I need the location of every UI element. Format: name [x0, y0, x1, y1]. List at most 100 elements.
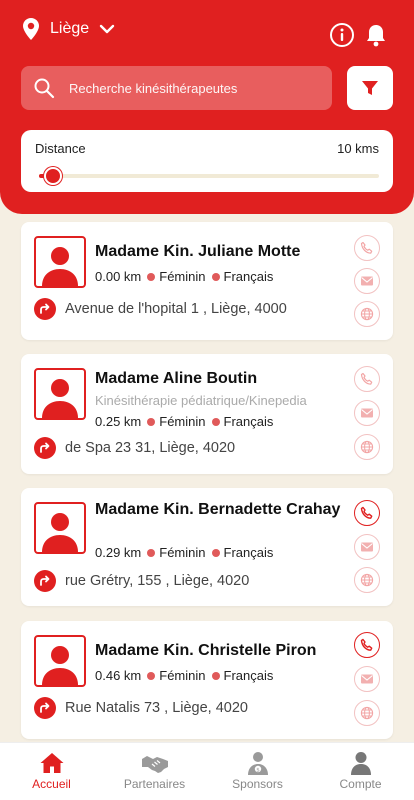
call-button[interactable] [354, 366, 380, 392]
nav-label: Accueil [32, 777, 71, 791]
search-icon [34, 78, 55, 99]
nav-label: Partenaires [123, 777, 186, 791]
dot-separator [211, 548, 220, 557]
dot-separator [147, 548, 156, 557]
gender-text: Féminin [159, 668, 206, 683]
chevron-down-icon [99, 24, 115, 34]
phone-icon [360, 506, 373, 519]
phone-icon [360, 638, 373, 651]
envelope-icon [361, 276, 373, 286]
envelope-icon [361, 408, 373, 418]
person-avatar-icon [42, 247, 78, 286]
practitioner-meta: 0.46 km Féminin Français [95, 668, 273, 683]
result-card[interactable]: Madame Kin. Christelle Piron 0.46 km Fém… [21, 621, 393, 739]
call-button[interactable] [354, 235, 380, 261]
nav-partenaires[interactable]: Partenaires [103, 743, 206, 800]
avatar [34, 236, 86, 288]
dot-separator [211, 272, 220, 281]
distance-text: 0.46 km [95, 668, 142, 683]
dot-separator [211, 671, 220, 680]
call-button[interactable] [354, 632, 380, 658]
person-avatar-icon [42, 379, 78, 418]
nav-sponsors[interactable]: $ Sponsors [206, 743, 309, 800]
practitioner-name: Madame Kin. Christelle Piron [95, 642, 317, 659]
distance-slider-track[interactable] [39, 174, 379, 178]
email-button[interactable] [354, 400, 380, 426]
gender-text: Féminin [159, 414, 206, 429]
home-icon [40, 753, 63, 773]
info-icon[interactable] [329, 22, 355, 48]
call-button[interactable] [354, 500, 380, 526]
bell-icon[interactable] [363, 22, 389, 48]
practitioner-name: Madame Kin. Bernadette Crahay [95, 501, 341, 518]
language-text: Français [223, 269, 274, 284]
location-selector[interactable]: Liège [22, 16, 115, 42]
turn-right-arrow-icon [34, 570, 56, 592]
avatar [34, 502, 86, 554]
email-button[interactable] [354, 534, 380, 560]
location-name: Liège [50, 20, 90, 37]
gender-text: Féminin [159, 545, 206, 560]
address-row[interactable]: Rue Natalis 73 , Liège, 4020 [34, 697, 248, 719]
dot-separator [211, 417, 220, 426]
envelope-icon [361, 674, 373, 684]
phone-icon [360, 241, 373, 254]
handshake-icon [141, 756, 168, 773]
nav-accueil[interactable]: Accueil [0, 743, 103, 800]
email-button[interactable] [354, 666, 380, 692]
dot-separator [147, 671, 156, 680]
map-pin-icon [23, 18, 39, 40]
person-avatar-icon [42, 513, 78, 552]
person-avatar-icon [42, 646, 78, 685]
filter-button[interactable] [347, 66, 393, 110]
gender-text: Féminin [159, 269, 206, 284]
nav-label: Sponsors [232, 777, 283, 791]
distance-text: 0.29 km [95, 545, 142, 560]
user-icon [350, 752, 371, 775]
nav-compte[interactable]: Compte [309, 743, 412, 800]
globe-icon [360, 440, 374, 454]
distance-text: 0.25 km [95, 414, 142, 429]
practitioner-name: Madame Kin. Juliane Motte [95, 243, 301, 260]
search-bar[interactable]: Recherche kinésithérapeutes [21, 66, 332, 110]
practitioner-meta: 0.00 km Féminin Français [95, 269, 273, 284]
address-row[interactable]: rue Grétry, 155 , Liège, 4020 [34, 570, 249, 592]
nav-label: Compte [339, 777, 382, 791]
globe-icon [360, 307, 374, 321]
specialty-text: Kinésithérapie pédiatrique/Kinepedia [95, 393, 307, 408]
distance-value: 10 kms [337, 141, 379, 156]
turn-right-arrow-icon [34, 298, 56, 320]
search-placeholder: Recherche kinésithérapeutes [69, 80, 238, 96]
filter-icon [362, 81, 378, 95]
avatar [34, 368, 86, 420]
turn-right-arrow-icon [34, 437, 56, 459]
turn-right-arrow-icon [34, 697, 56, 719]
sponsor-person-icon: $ [247, 752, 268, 775]
phone-icon [360, 372, 373, 385]
svg-text:$: $ [256, 767, 260, 773]
address-row[interactable]: Avenue de l'hopital 1 , Liège, 4000 [34, 298, 287, 320]
address-text: rue Grétry, 155 , Liège, 4020 [65, 573, 250, 589]
address-row[interactable]: de Spa 23 31, Liège, 4020 [34, 437, 235, 459]
email-button[interactable] [354, 268, 380, 294]
language-text: Français [223, 545, 274, 560]
envelope-icon [361, 542, 373, 552]
globe-icon [360, 706, 374, 720]
address-text: Avenue de l'hopital 1 , Liège, 4000 [65, 301, 287, 317]
avatar [34, 635, 86, 687]
distance-label: Distance [35, 141, 86, 156]
website-button[interactable] [354, 567, 380, 593]
distance-slider-thumb[interactable] [44, 167, 62, 185]
language-text: Français [223, 414, 274, 429]
result-card[interactable]: Madame Aline Boutin Kinésithérapie pédia… [21, 354, 393, 474]
result-card[interactable]: Madame Kin. Juliane Motte 0.00 km Fémini… [21, 222, 393, 340]
website-button[interactable] [354, 434, 380, 460]
website-button[interactable] [354, 301, 380, 327]
website-button[interactable] [354, 700, 380, 726]
address-text: Rue Natalis 73 , Liège, 4020 [65, 700, 248, 716]
dot-separator [147, 417, 156, 426]
practitioner-name: Madame Aline Boutin [95, 370, 258, 387]
distance-filter-card: Distance 10 kms [21, 130, 393, 192]
result-card[interactable]: Madame Kin. Bernadette Crahay 0.29 km Fé… [21, 488, 393, 606]
practitioner-meta: 0.25 km Féminin Français [95, 414, 273, 429]
